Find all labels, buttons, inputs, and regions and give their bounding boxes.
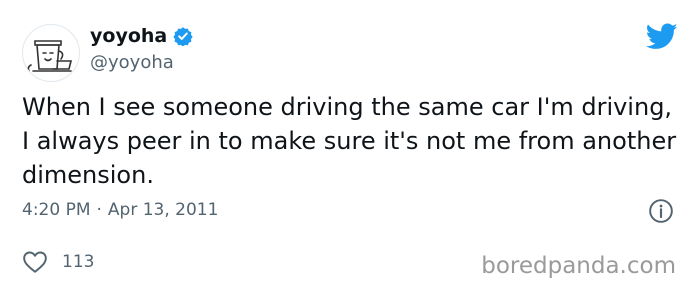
heart-icon[interactable] xyxy=(22,250,48,274)
display-name[interactable]: yoyoha xyxy=(90,25,193,47)
meta-separator: · xyxy=(96,200,102,220)
like-count: 113 xyxy=(62,252,95,272)
user-handle[interactable]: @yoyoha xyxy=(90,52,174,73)
tweet-timestamp[interactable]: 4:20 PM · Apr 13, 2011 xyxy=(22,200,218,220)
avatar[interactable] xyxy=(22,24,80,82)
tweet-time[interactable]: 4:20 PM xyxy=(22,200,91,220)
twitter-bird-icon[interactable] xyxy=(646,20,678,52)
info-icon[interactable] xyxy=(648,198,674,224)
tweet-date[interactable]: Apr 13, 2011 xyxy=(108,200,219,220)
coffee-cup-doodle-icon xyxy=(27,40,73,72)
verified-badge-icon xyxy=(173,27,193,46)
watermark: boredpanda.com xyxy=(481,253,676,279)
tweet-text: When I see someone driving the same car … xyxy=(22,93,677,189)
like-action[interactable]: 113 xyxy=(22,250,94,274)
display-name-text[interactable]: yoyoha xyxy=(90,25,167,47)
